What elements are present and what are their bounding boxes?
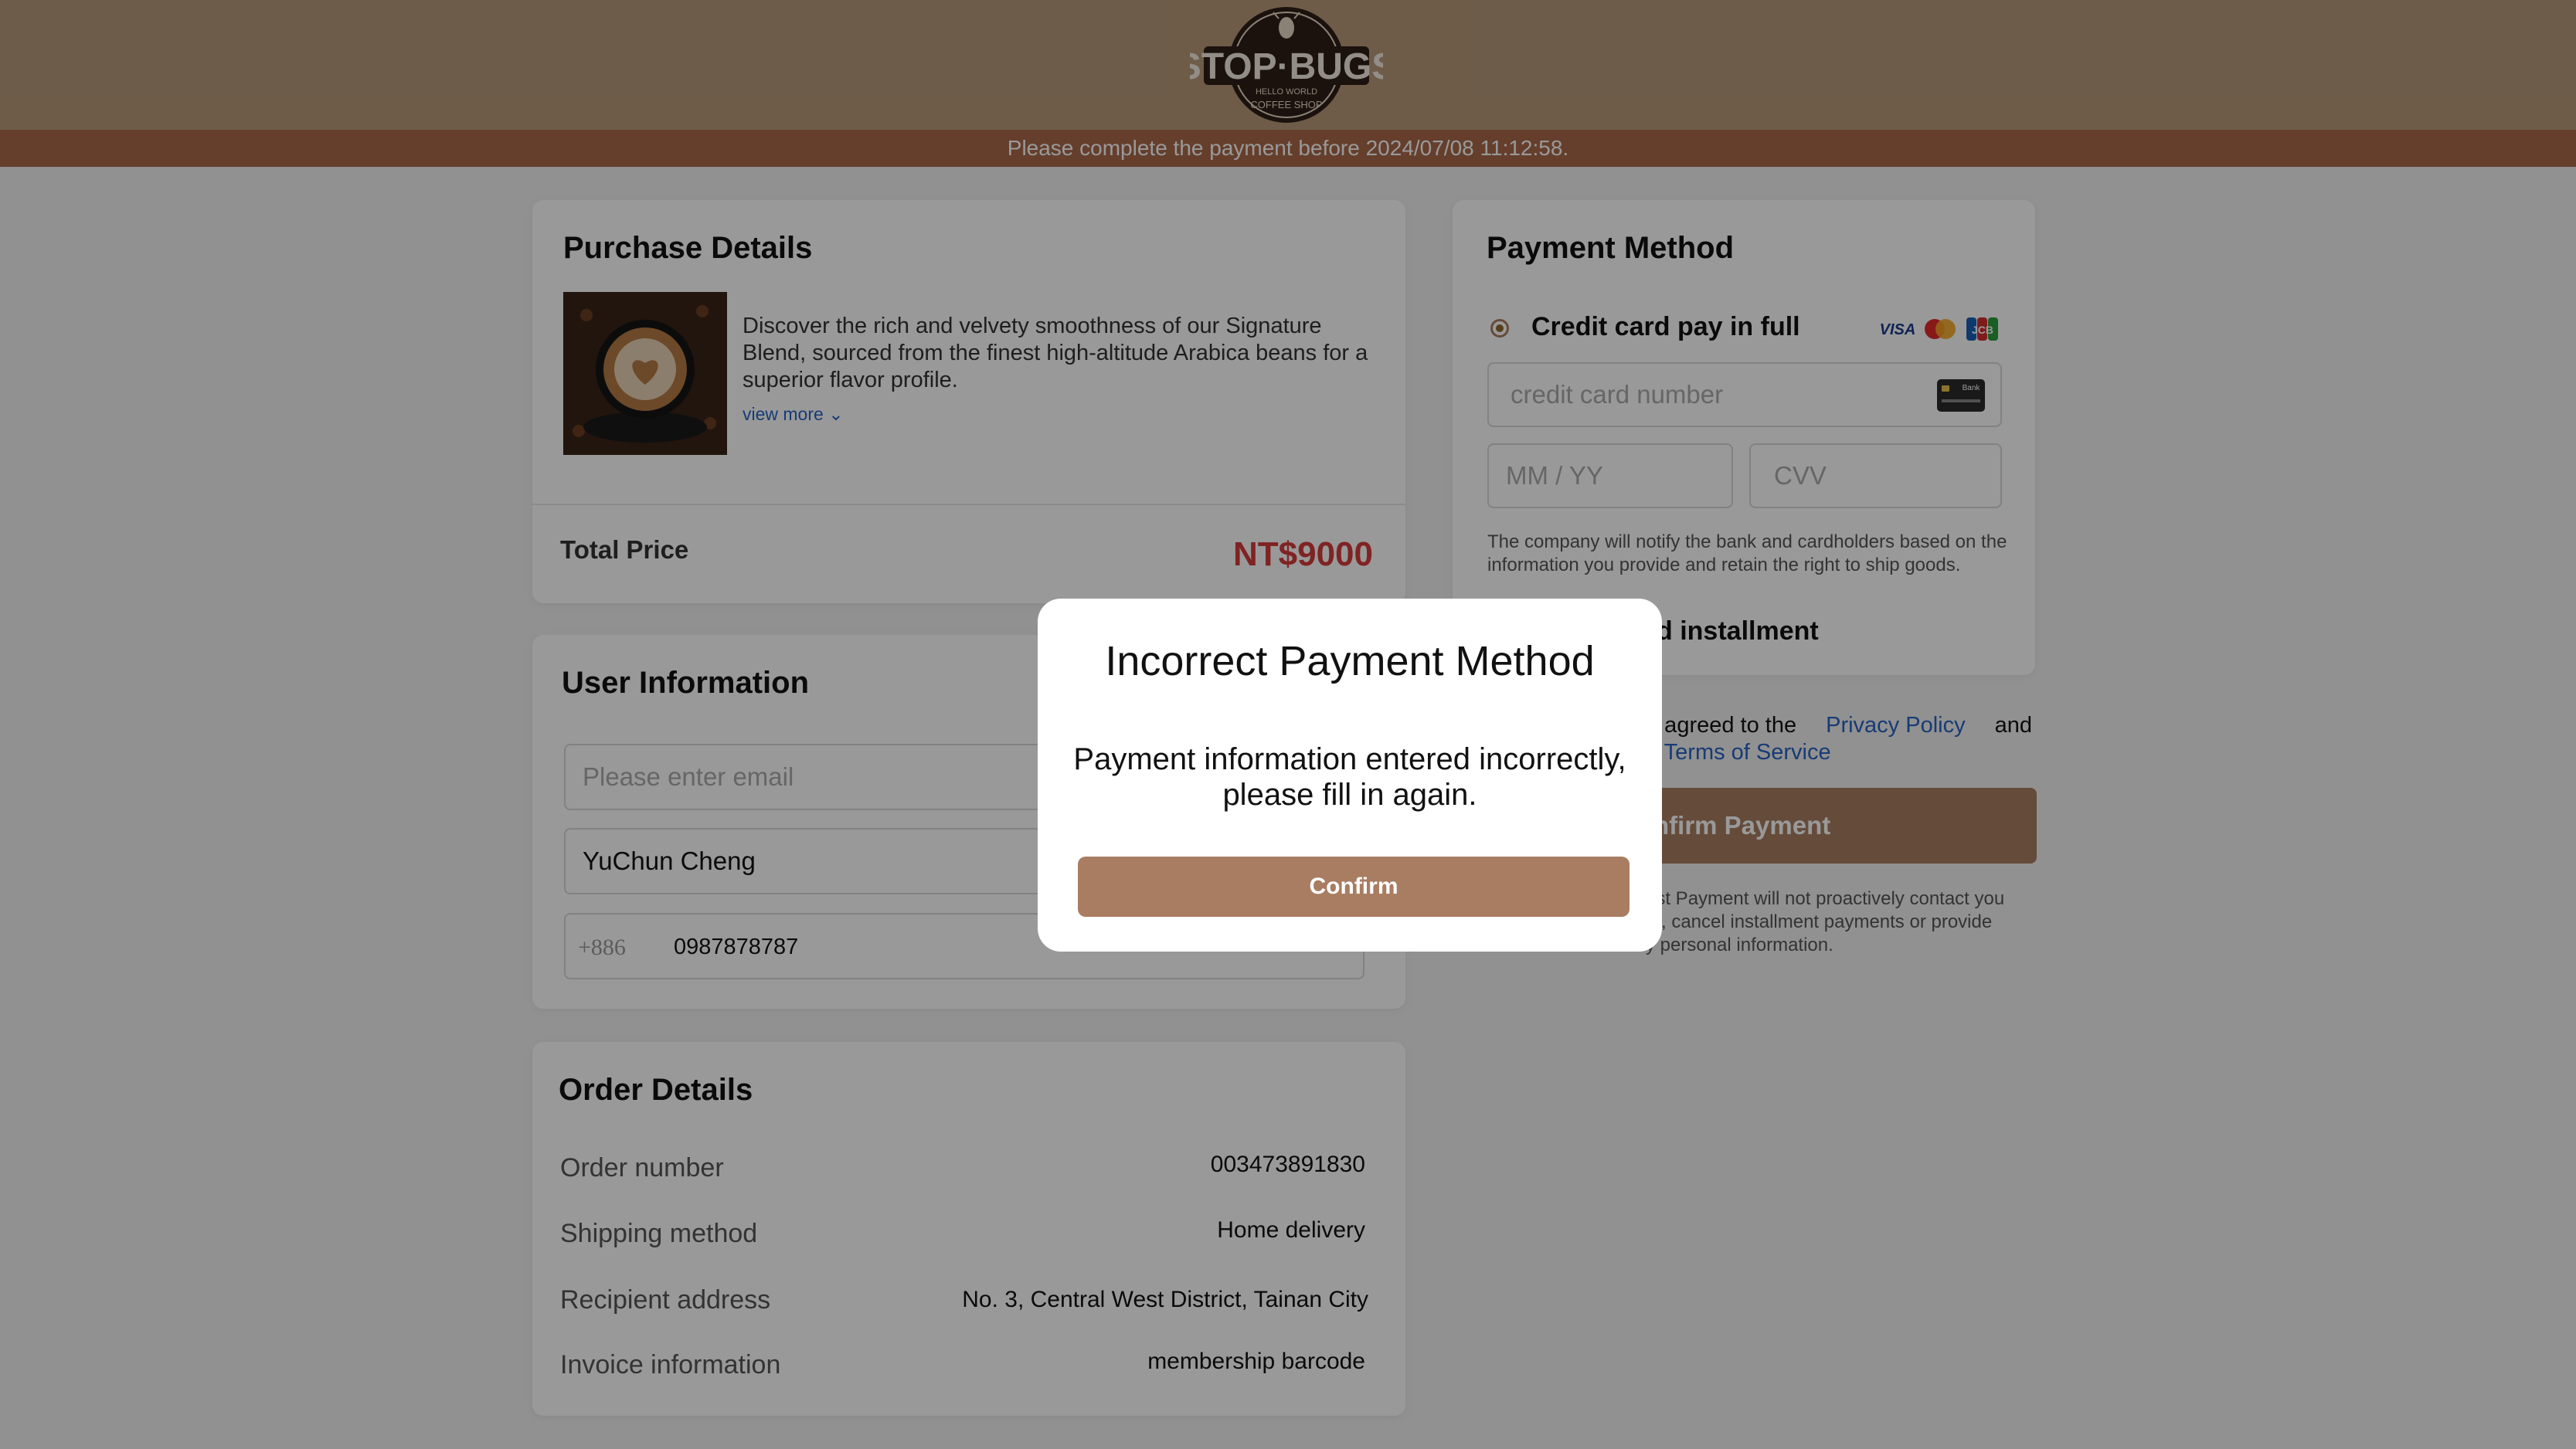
dialog-message: Payment information entered incorrectly,… xyxy=(1069,741,1631,813)
dialog-message-line: please fill in again. xyxy=(1222,778,1477,812)
dialog-message-line: Payment information entered incorrectly, xyxy=(1073,742,1626,776)
dialog-title: Incorrect Payment Method xyxy=(1105,638,1595,684)
incorrect-payment-dialog: Incorrect Payment Method Payment informa… xyxy=(1038,599,1662,952)
dialog-confirm-button[interactable]: Confirm xyxy=(1078,857,1630,917)
